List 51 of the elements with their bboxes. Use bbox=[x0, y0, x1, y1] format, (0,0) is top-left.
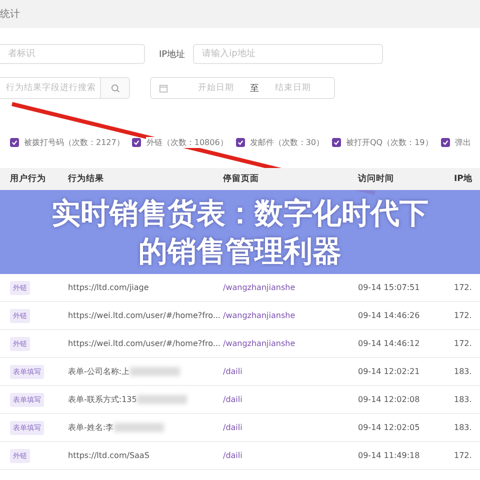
ip-address: 183. bbox=[454, 423, 473, 432]
checkbox[interactable] bbox=[10, 138, 19, 147]
visit-time: 09-14 12:02:21 bbox=[358, 367, 421, 376]
ip-field[interactable]: 请输入ip地址 bbox=[193, 44, 384, 64]
result-text: https://wei.ltd.com/user/#/home?fro... bbox=[68, 339, 220, 348]
page-link[interactable]: /daili bbox=[223, 423, 242, 432]
ip-address: 183. bbox=[454, 395, 473, 404]
checkbox[interactable] bbox=[440, 138, 450, 147]
checkbox[interactable] bbox=[332, 138, 341, 147]
visit-time: 09-14 12:02:08 bbox=[358, 395, 421, 404]
banner-title: 实时销售货表：数字化时代下的销售管理利器 bbox=[50, 195, 430, 270]
page-link[interactable]: /daili bbox=[223, 367, 242, 376]
column-header: IP地 bbox=[454, 174, 472, 184]
ip-address: 172. bbox=[454, 339, 473, 348]
ip-label: IP地址 bbox=[159, 48, 186, 60]
result-text: https://wei.ltd.com/user/#/home?fro... bbox=[68, 311, 220, 320]
checkbox[interactable] bbox=[132, 138, 142, 147]
start-date-field[interactable]: 开始日期 bbox=[188, 82, 244, 94]
checkbox[interactable] bbox=[236, 138, 245, 147]
search-field[interactable]: 行为结果字段进行搜索 bbox=[0, 77, 100, 99]
column-header: 访问时间 bbox=[358, 174, 394, 184]
page-title: 统计 bbox=[0, 8, 20, 21]
result-text: https://ltd.com/jiage bbox=[68, 283, 149, 292]
column-header: 停留页面 bbox=[223, 174, 259, 184]
result-text: 表单-联系方式:135 bbox=[68, 394, 137, 405]
ip-address: 172. bbox=[454, 283, 473, 292]
page-link[interactable]: /wangzhanjianshe bbox=[223, 283, 296, 292]
ip-address: 172. bbox=[454, 451, 473, 460]
result-text: https://ltd.com/SaaS bbox=[68, 451, 150, 460]
result-text: 表单-公司名称:上 bbox=[68, 366, 130, 377]
visit-time: 09-14 14:46:26 bbox=[358, 311, 421, 320]
date-range-picker[interactable]: 开始日期 至 结束日期 bbox=[150, 77, 335, 99]
visit-time: 09-14 14:46:12 bbox=[358, 339, 421, 348]
column-header: 行为结果 bbox=[68, 174, 104, 184]
checkbox-label: 弹出 bbox=[454, 137, 471, 148]
visit-time: 09-14 15:07:51 bbox=[358, 283, 421, 292]
end-date-field[interactable]: 结束日期 bbox=[265, 82, 321, 94]
column-header: 用户行为 bbox=[10, 174, 46, 184]
page-link[interactable]: /daili bbox=[223, 451, 242, 460]
visit-time: 09-14 11:49:18 bbox=[358, 451, 421, 460]
ip-address: 172. bbox=[454, 311, 473, 320]
ip-address: 183. bbox=[454, 367, 473, 376]
date-separator: 至 bbox=[250, 82, 259, 94]
visit-time: 09-14 12:02:05 bbox=[358, 423, 421, 432]
page-link[interactable]: /daili bbox=[223, 395, 242, 404]
page-link[interactable]: /wangzhanjianshe bbox=[223, 339, 296, 348]
page-link[interactable]: /wangzhanjianshe bbox=[223, 311, 296, 320]
user-id-field[interactable]: 者标识 bbox=[0, 44, 145, 64]
result-text: 表单-姓名:李 bbox=[68, 422, 114, 433]
search-icon bbox=[110, 84, 120, 92]
calendar-icon bbox=[159, 84, 168, 92]
